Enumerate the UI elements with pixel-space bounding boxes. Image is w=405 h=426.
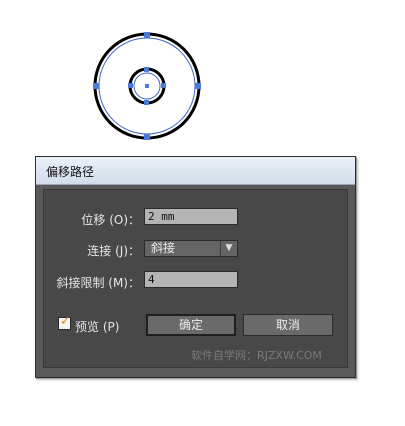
miter-limit-input[interactable]: 4 bbox=[144, 271, 238, 288]
offset-label: 位移 (O)： bbox=[81, 213, 140, 227]
anchor-point bbox=[144, 134, 150, 140]
anchor-point bbox=[195, 83, 201, 89]
preview-checkbox[interactable]: ✓ bbox=[58, 314, 71, 330]
joins-label: 连接 (J)： bbox=[87, 244, 140, 258]
offset-circle-artwork bbox=[93, 32, 201, 140]
center-point bbox=[145, 84, 149, 88]
anchor-point bbox=[93, 83, 99, 89]
anchor-point bbox=[144, 67, 149, 72]
anchor-point bbox=[161, 83, 166, 88]
checkmark-icon: ✓ bbox=[60, 314, 71, 329]
chevron-down-icon[interactable]: ▼ bbox=[220, 241, 237, 256]
anchor-point bbox=[144, 32, 150, 38]
ok-button[interactable]: 确定 bbox=[146, 314, 236, 336]
preview-label[interactable]: 预览 (P) bbox=[75, 318, 119, 335]
anchor-point bbox=[144, 100, 149, 105]
miter-limit-label: 斜接限制 (M)： bbox=[56, 276, 140, 290]
dialog-title: 偏移路径 bbox=[46, 165, 95, 179]
dialog-titlebar[interactable]: 偏移路径 bbox=[36, 157, 355, 185]
cancel-button[interactable]: 取消 bbox=[243, 314, 333, 336]
watermark-text: 软件自学网：RJZXW.COM bbox=[191, 349, 322, 362]
joins-select[interactable]: 斜接 ▼ bbox=[144, 240, 238, 257]
offset-input[interactable]: 2 mm bbox=[144, 208, 238, 225]
offset-path-dialog: 偏移路径 bbox=[35, 156, 356, 378]
joins-select-value: 斜接 bbox=[151, 241, 176, 255]
anchor-point bbox=[128, 83, 133, 88]
